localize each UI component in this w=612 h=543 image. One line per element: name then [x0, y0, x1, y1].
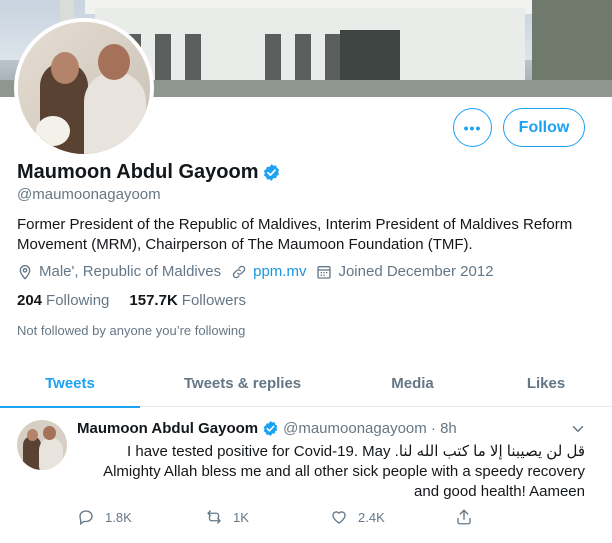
banner-window	[325, 34, 341, 84]
tweet-author-name[interactable]: Maumoon Abdul Gayoom	[77, 420, 258, 437]
profile-handle: @maumoonagayoom	[17, 186, 161, 203]
like-button[interactable]: 2.4K	[330, 508, 455, 526]
following-label: Following	[46, 292, 110, 309]
followers-count: 157.7K	[129, 292, 178, 309]
tab-tweets-and-replies[interactable]: Tweets & replies	[140, 360, 345, 407]
tweet-header: Maumoon Abdul Gayoom @maumoonagayoom · 8…	[77, 420, 457, 437]
follow-button[interactable]: Follow	[503, 108, 585, 147]
reply-icon	[79, 510, 93, 526]
heart-icon	[332, 511, 346, 524]
avatar-face-right	[98, 44, 130, 80]
following-stat[interactable]: 204 Following	[17, 292, 109, 309]
profile-tabs: Tweets Tweets & replies Media Likes	[0, 360, 612, 408]
avatar-flowers	[36, 116, 70, 146]
more-options-button[interactable]: •••	[453, 108, 492, 147]
banner-window	[185, 34, 201, 84]
avatar-face-left	[51, 52, 79, 84]
profile-avatar[interactable]	[14, 18, 154, 158]
not-followed-notice: Not followed by anyone you’re following	[17, 323, 246, 338]
retweet-button[interactable]: 1K	[205, 508, 330, 526]
reply-count: 1.8K	[105, 509, 132, 525]
chevron-down-icon[interactable]	[569, 420, 587, 438]
profile-meta: Male', Republic of Maldives ppm.mv Joine…	[17, 263, 504, 280]
share-icon	[457, 509, 471, 525]
tab-media[interactable]: Media	[345, 360, 480, 407]
tweet-item[interactable]: Maumoon Abdul Gayoom @maumoonagayoom · 8…	[0, 408, 612, 543]
calendar-icon	[317, 265, 332, 279]
banner-window	[295, 34, 311, 84]
followers-label: Followers	[181, 292, 246, 309]
tweet-handle-time[interactable]: @maumoonagayoom · 8h	[283, 420, 457, 437]
banner-window	[155, 34, 171, 84]
profile-location: Male', Republic of Maldives	[17, 263, 221, 280]
link-icon	[232, 265, 246, 278]
verified-badge-icon	[263, 421, 278, 436]
verified-badge-icon	[264, 164, 280, 181]
reply-button[interactable]: 1.8K	[77, 508, 205, 526]
profile-bio: Former President of the Republic of Mald…	[17, 216, 573, 253]
profile-name: Maumoon Abdul Gayoom	[17, 161, 259, 183]
followers-stat[interactable]: 157.7K Followers	[129, 292, 246, 309]
banner-window	[265, 34, 281, 84]
profile-website[interactable]: ppm.mv	[231, 263, 306, 280]
joined-text: Joined December 2012	[338, 263, 494, 280]
retweet-count: 1K	[233, 509, 249, 525]
location-icon	[19, 264, 31, 280]
tweet-text: قل لن يصيبنا إلا ما كتب الله لنا. I have…	[103, 443, 585, 500]
profile-joined: Joined December 2012	[316, 263, 494, 280]
tweet-avatar[interactable]	[17, 420, 67, 470]
tweet-actions: 1.8K 1K 2.4K	[77, 508, 507, 526]
website-link[interactable]: ppm.mv	[253, 263, 306, 280]
tab-tweets[interactable]: Tweets	[0, 360, 140, 408]
location-text: Male', Republic of Maldives	[39, 263, 222, 280]
tab-likes[interactable]: Likes	[480, 360, 612, 407]
profile-name-row: Maumoon Abdul Gayoom	[17, 161, 281, 184]
like-count: 2.4K	[358, 509, 385, 525]
profile-stats: 204 Following 157.7K Followers	[17, 292, 266, 309]
retweet-icon	[207, 510, 221, 524]
avatar-person-right	[84, 72, 146, 154]
share-button[interactable]	[455, 508, 483, 526]
following-count: 204	[17, 292, 43, 309]
